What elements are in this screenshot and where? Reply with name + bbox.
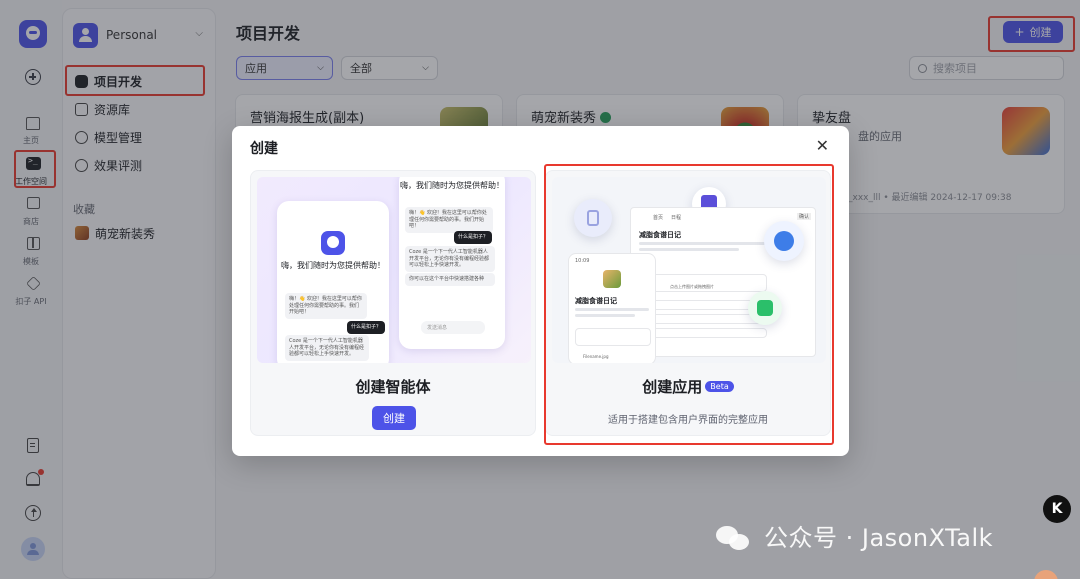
mock-bubble: 嗨！👋 欢迎！我在这里可以帮你处理任何你需要帮助的事。我们开始吧！ xyxy=(285,293,367,319)
mock-bubble: Coze 是一个下一代人工智能机器人开发平台，无论你有没有编程经验都可以轻松上手… xyxy=(285,335,369,361)
watermark-text: 公众号 · JasonXTalk xyxy=(764,524,994,552)
mock-input: 发送消息 xyxy=(421,321,485,334)
mock-phone-back: 嗨，我们随时为您提供帮助！ 嗨！👋 欢迎！我在这里可以帮你处理任何你需要帮助的事… xyxy=(399,177,505,349)
mock-bubble: 你可以在这个平台中快速搭建各种 xyxy=(405,273,495,286)
k-badge: K xyxy=(1043,495,1071,523)
mock-greeting: 嗨，我们随时为您提供帮助！ xyxy=(281,261,385,270)
agent-preview: 嗨，我们随时为您提供帮助！ 嗨！👋 欢迎！我在这里可以帮你处理任何你需要帮助的事… xyxy=(257,177,531,363)
create-agent-option[interactable]: 嗨，我们随时为您提供帮助！ 嗨！👋 欢迎！我在这里可以帮你处理任何你需要帮助的事… xyxy=(250,170,536,436)
create-agent-button[interactable]: 创建 xyxy=(372,406,416,430)
mock-phone-front: 嗨，我们随时为您提供帮助！ 嗨！👋 欢迎！我在这里可以帮你处理任何你需要帮助的事… xyxy=(277,201,389,363)
dialog-title: 创建 xyxy=(250,141,278,157)
mock-chip: 什么是扣子？ xyxy=(347,321,386,334)
mock-bubble: 嗨！👋 欢迎！我在这里可以帮你处理任何你需要帮助的事。我们开始吧！ xyxy=(405,207,493,233)
mock-logo-icon xyxy=(321,231,345,255)
mock-bubble: Coze 是一个下一代人工智能机器人开发平台，无论你有没有编程经验都可以轻松上手… xyxy=(405,246,495,272)
mock-header: 嗨，我们随时为您提供帮助！ xyxy=(400,181,504,190)
agent-option-title: 创建智能体 xyxy=(355,378,431,396)
highlight-create-app xyxy=(544,164,834,445)
mock-chip: 什么是扣子？ xyxy=(454,231,493,244)
close-icon[interactable]: ✕ xyxy=(816,136,829,155)
wechat-icon xyxy=(716,524,752,552)
